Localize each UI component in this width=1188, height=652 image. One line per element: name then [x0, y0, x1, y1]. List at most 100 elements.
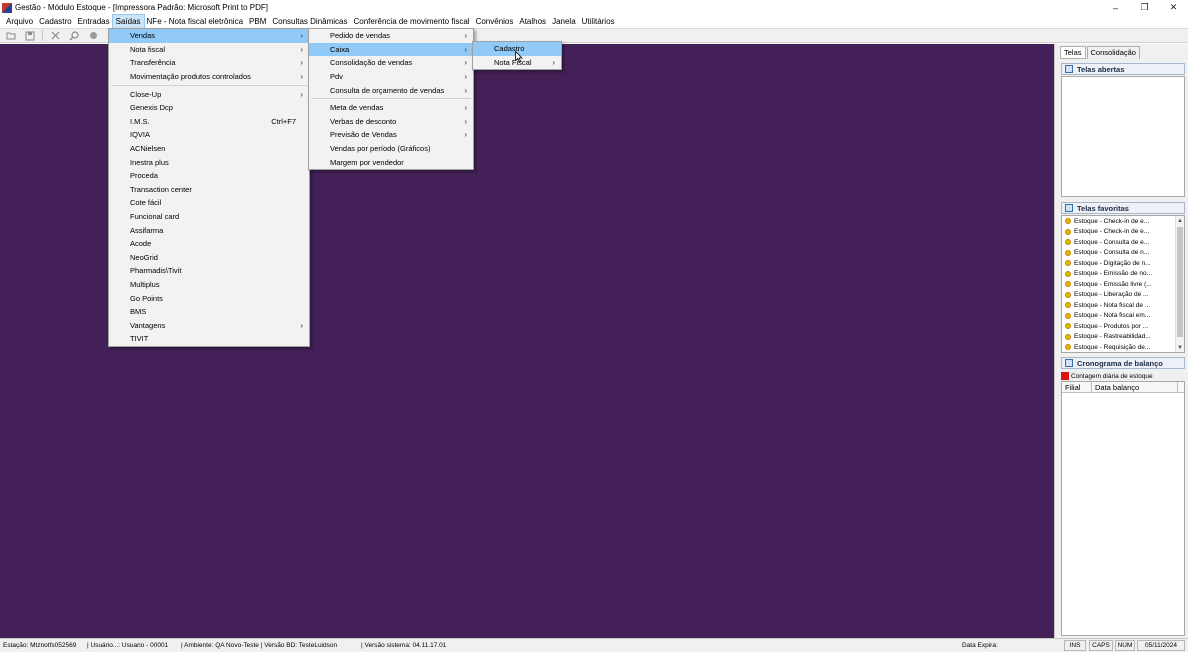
favorite-item[interactable]: Estoque - Produtos por ... [1062, 321, 1184, 332]
saidas-item-movimentacao-produtos-controlados[interactable]: Movimentação produtos controlados › [109, 70, 309, 84]
vendas-item-verbas-de-desconto[interactable]: Verbas de desconto › [309, 115, 473, 129]
saidas-item-pharmadis-tivit[interactable]: Pharmadis\Tivit [109, 264, 309, 278]
menu-atalhos[interactable]: Atalhos [516, 15, 549, 28]
schedule-grid[interactable]: Filial Data balanço [1061, 381, 1185, 636]
menu-consultas-dinamicas[interactable]: Consultas Dinâmicas [269, 15, 350, 28]
menu-pbm[interactable]: PBM [246, 15, 269, 28]
saidas-item-neogrid[interactable]: NeoGrid [109, 251, 309, 265]
schedule-legend: Contagem diária de estoque [1061, 371, 1185, 381]
saidas-item-tivit[interactable]: TIVIT [109, 332, 309, 346]
saidas-item-acnielsen[interactable]: ACNielsen [109, 142, 309, 156]
favorite-item[interactable]: Estoque - Rastreabilidad... [1062, 332, 1184, 343]
vendas-item-consulta-de-orcamento-de-vendas[interactable]: Consulta de orçamento de vendas › [309, 83, 473, 97]
favorites-scrollbar[interactable]: ▲ ▼ [1175, 216, 1184, 352]
save-icon[interactable] [23, 29, 37, 42]
submenu-arrow-icon: › [464, 130, 467, 140]
status-versao: | Versão sistema: 04.11.17.01 [361, 642, 447, 649]
vendas-item-pedido-de-vendas[interactable]: Pedido de vendas › [309, 29, 473, 43]
favorite-item[interactable]: Estoque - Digitação de n... [1062, 258, 1184, 269]
saidas-item-iqvia[interactable]: IQVIA [109, 128, 309, 142]
saidas-item-vantagens[interactable]: Vantagens › [109, 318, 309, 332]
menu-nfe[interactable]: NFe - Nota fiscal eletrônica [144, 15, 246, 28]
menu-item-label: Previsão de Vendas [330, 130, 397, 140]
saidas-item-go-points[interactable]: Go Points [109, 291, 309, 305]
window-title: Gestão - Módulo Estoque - [Impressora Pa… [15, 3, 268, 12]
favorite-item[interactable]: Estoque - Consulta de e... [1062, 237, 1184, 248]
favorite-item[interactable]: Estoque - Emissão de no... [1062, 269, 1184, 280]
menu-cadastro[interactable]: Cadastro [36, 15, 74, 28]
vendas-item-vendas-por-periodo-graficos[interactable]: Vendas por período (Gráficos) [309, 142, 473, 156]
menu-conferencia-movimento-fiscal[interactable]: Conferência de movimento fiscal [351, 15, 473, 28]
saidas-item-transferencia[interactable]: Transferência › [109, 56, 309, 70]
menu-arquivo[interactable]: Arquivo [3, 15, 36, 28]
menu-item-label: IQVIA [130, 130, 151, 140]
menu-saidas[interactable]: Saídas [111, 14, 145, 29]
saidas-item-i-m-s[interactable]: I.M.S. Ctrl+F7 [109, 115, 309, 129]
submenu-arrow-icon: › [300, 89, 303, 99]
favorite-item[interactable]: Estoque - Nota fiscal em... [1062, 311, 1184, 322]
favorite-item[interactable]: Estoque - Check-in de e... [1062, 216, 1184, 227]
menu-utilitarios[interactable]: Utilitários [579, 15, 618, 28]
vendas-item-previsao-de-vendas[interactable]: Previsão de Vendas › [309, 128, 473, 142]
saidas-item-assifarma[interactable]: Assifarma [109, 223, 309, 237]
favorite-item-label: Estoque - Emissão livre (... [1074, 280, 1152, 288]
saidas-item-cote-facil[interactable]: Cote fácil [109, 196, 309, 210]
saidas-item-proceda[interactable]: Proceda [109, 169, 309, 183]
menu-item-label: Pharmadis\Tivit [130, 266, 182, 276]
menu-item-label: Cote fácil [130, 198, 162, 208]
favorite-item-label: Estoque - Emissão de no... [1074, 270, 1153, 278]
saidas-item-close-up[interactable]: Close-Up › [109, 87, 309, 101]
scroll-up-icon[interactable]: ▲ [1176, 216, 1184, 225]
vendas-item-caixa[interactable]: Caixa › [309, 42, 473, 57]
saidas-item-acode[interactable]: Acode [109, 237, 309, 251]
favorite-star-icon [1065, 344, 1071, 351]
saidas-item-bms[interactable]: BMS [109, 305, 309, 319]
minimize-button[interactable]: – [1101, 0, 1130, 15]
favorite-item[interactable]: Estoque - Nota fiscal de ... [1062, 300, 1184, 311]
saidas-item-genexis-dcp[interactable]: Genexis Dcp [109, 101, 309, 115]
favorite-item[interactable]: Estoque - Check-in de e... [1062, 227, 1184, 238]
favorite-item[interactable]: Estoque - Requisição de... [1062, 342, 1184, 352]
vendas-item-consolidacao-de-vendas[interactable]: Consolidação de vendas › [309, 56, 473, 70]
menu-item-label: Meta de vendas [330, 103, 384, 113]
vendas-item-margem-por-vendedor[interactable]: Margem por vendedor [309, 155, 473, 169]
favorite-item[interactable]: Estoque - Consulta de n... [1062, 248, 1184, 259]
saidas-item-transaction-center[interactable]: Transaction center [109, 183, 309, 197]
favorite-star-icon [1065, 281, 1071, 288]
vendas-item-pdv[interactable]: Pdv › [309, 70, 473, 84]
favorite-item[interactable]: Estoque - Emissão livre (... [1062, 279, 1184, 290]
scroll-down-icon[interactable]: ▼ [1176, 343, 1184, 352]
scroll-thumb[interactable] [1177, 227, 1183, 337]
title-bar: Gestão - Módulo Estoque - [Impressora Pa… [0, 0, 1188, 15]
favorite-star-icon [1065, 323, 1071, 330]
saidas-item-funcional-card[interactable]: Funcional card [109, 210, 309, 224]
column-filial[interactable]: Filial [1062, 382, 1092, 392]
search-icon[interactable] [67, 29, 81, 42]
favorites-list[interactable]: Estoque - Check-in de e... Estoque - Chec… [1061, 215, 1185, 353]
open-icon[interactable] [4, 29, 18, 42]
menu-janela[interactable]: Janela [549, 15, 579, 28]
saidas-item-inestra-plus[interactable]: Inestra plus [109, 155, 309, 169]
saidas-dropdown: Vendas › Nota fiscal › Transferência › Movimen… [108, 28, 310, 347]
favorite-item-label: Estoque - Requisição de... [1074, 343, 1151, 351]
tab-consolidacao[interactable]: Consolidação [1086, 46, 1140, 59]
favorite-item-label: Estoque - Consulta de e... [1074, 238, 1150, 246]
saidas-item-nota-fiscal[interactable]: Nota fiscal › [109, 43, 309, 57]
column-data-balanco[interactable]: Data balanço [1092, 382, 1178, 392]
close-button[interactable]: ✕ [1159, 0, 1188, 15]
saidas-item-multiplus[interactable]: Multiplus [109, 278, 309, 292]
maximize-button[interactable]: ❐ [1130, 0, 1159, 15]
open-screens-header: Telas abertas [1061, 63, 1185, 75]
saidas-item-vendas[interactable]: Vendas › [109, 29, 309, 43]
tab-telas[interactable]: Telas [1060, 46, 1086, 59]
favorite-item[interactable]: Estoque - Liberação de ... [1062, 290, 1184, 301]
menu-convenios[interactable]: Convênios [473, 15, 517, 28]
status-date: 05/11/2024 [1137, 640, 1185, 651]
menu-item-label: Close-Up [130, 89, 162, 99]
stop-icon[interactable] [86, 29, 100, 42]
menu-item-label: Inestra plus [130, 157, 169, 167]
menu-entradas[interactable]: Entradas [75, 15, 113, 28]
delete-icon[interactable] [48, 29, 62, 42]
vendas-item-meta-de-vendas[interactable]: Meta de vendas › [309, 101, 473, 115]
open-screens-list[interactable] [1061, 76, 1185, 197]
